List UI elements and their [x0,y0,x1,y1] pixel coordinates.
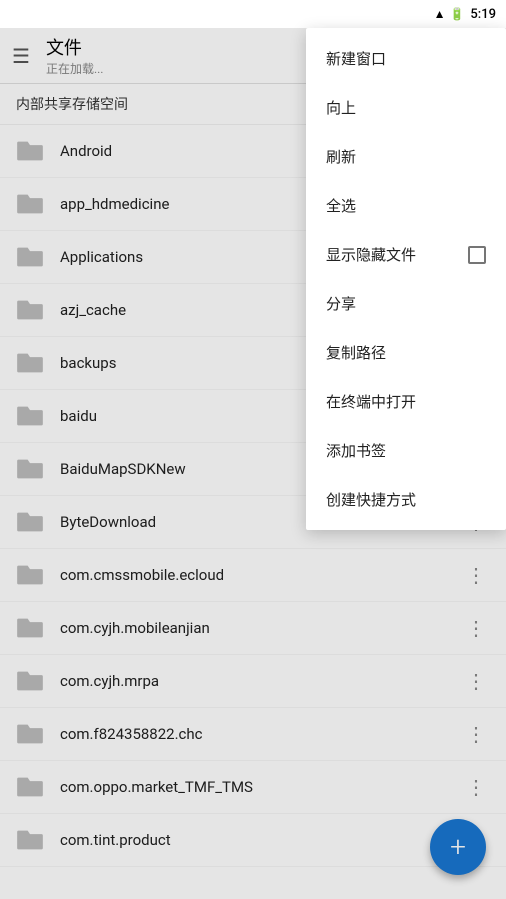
dropdown-item-label: 复制路径 [326,342,386,363]
dropdown-item[interactable]: 创建快捷方式 [306,475,506,524]
dropdown-item-label: 分享 [326,293,356,314]
dropdown-item-label: 添加书签 [326,440,386,461]
status-bar: ▲ 🔋 5:19 [0,0,506,28]
wifi-icon: ▲ [434,7,446,21]
show-hidden-checkbox[interactable] [468,246,486,264]
dropdown-item[interactable]: 添加书签 [306,426,506,475]
dropdown-item-label: 刷新 [326,146,356,167]
dropdown-item-label: 在终端中打开 [326,391,416,412]
dropdown-overlay[interactable]: 新建窗口向上刷新全选显示隐藏文件分享复制路径在终端中打开添加书签创建快捷方式 [0,28,506,899]
dropdown-item-label: 向上 [326,97,356,118]
dropdown-item[interactable]: 分享 [306,279,506,328]
dropdown-item[interactable]: 在终端中打开 [306,377,506,426]
dropdown-item[interactable]: 全选 [306,181,506,230]
dropdown-menu: 新建窗口向上刷新全选显示隐藏文件分享复制路径在终端中打开添加书签创建快捷方式 [306,28,506,530]
dropdown-item-label: 全选 [326,195,356,216]
dropdown-item-label: 显示隐藏文件 [326,244,416,265]
dropdown-item[interactable]: 新建窗口 [306,34,506,83]
dropdown-item[interactable]: 向上 [306,83,506,132]
status-time: 5:19 [470,7,496,22]
battery-icon: 🔋 [449,7,464,21]
dropdown-item-label: 创建快捷方式 [326,489,416,510]
dropdown-item-label: 新建窗口 [326,48,386,69]
status-icons: ▲ 🔋 [434,7,465,21]
dropdown-item[interactable]: 显示隐藏文件 [306,230,506,279]
dropdown-item[interactable]: 复制路径 [306,328,506,377]
dropdown-item[interactable]: 刷新 [306,132,506,181]
